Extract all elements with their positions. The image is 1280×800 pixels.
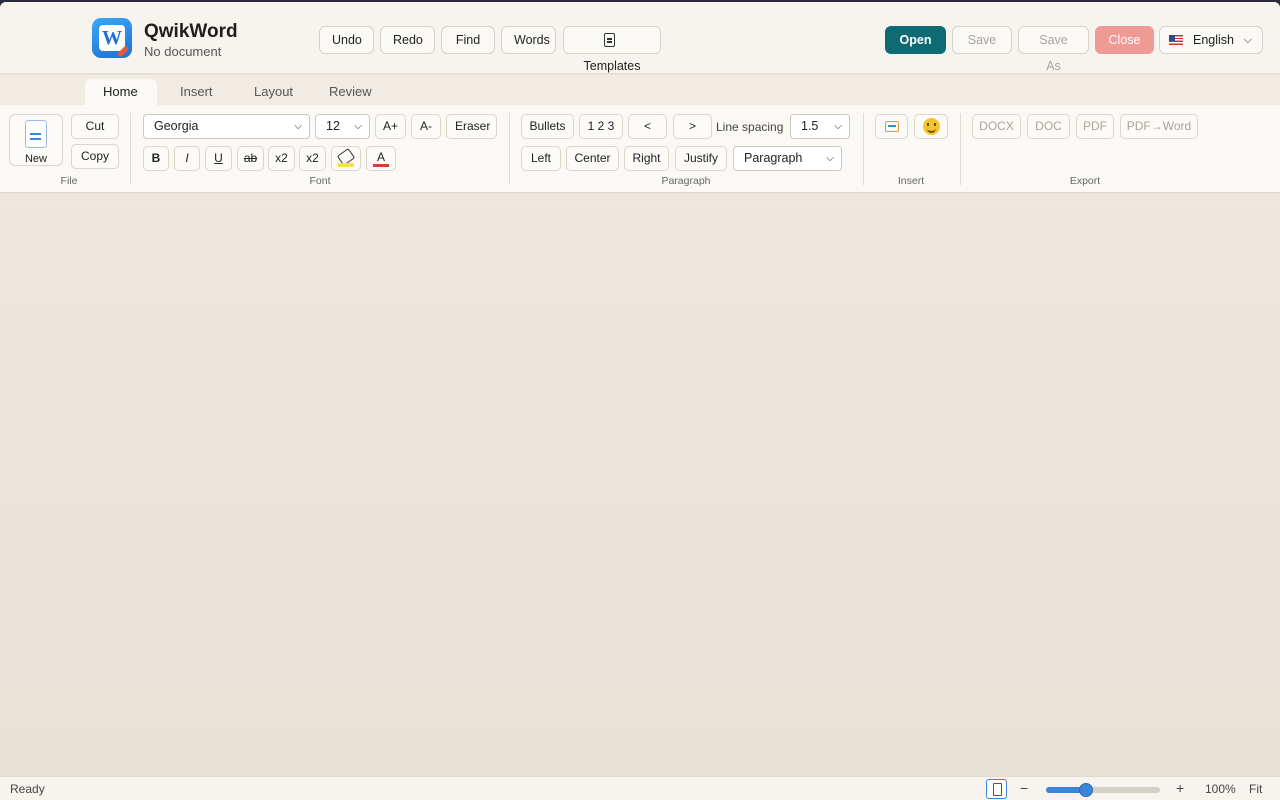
line-spacing-label: Line spacing [716,120,784,134]
zoom-out-button[interactable]: − [1020,780,1028,796]
font-family-select[interactable]: Georgia ⌵ [143,114,310,139]
status-text: Ready [10,782,45,796]
strikethrough-button[interactable]: ab [237,146,264,171]
subscript-button[interactable]: x2 [299,146,326,171]
emoji-icon [922,118,940,135]
line-spacing-select[interactable]: 1.5 ⌵ [790,114,850,139]
words-button[interactable]: Words [501,26,556,54]
document-canvas[interactable] [0,194,1280,776]
paragraph-style-select[interactable]: Paragraph ⌵ [733,146,842,171]
tab-insert[interactable]: Insert [162,79,231,105]
export-pdf-button[interactable]: PDF [1076,114,1114,139]
highlight-button[interactable] [331,146,361,171]
insert-group-label: Insert [897,175,925,187]
ribbon: New Cut Copy File Georgia ⌵ 12 ⌵ A+ A- E… [0,105,1280,193]
tab-review[interactable]: Review [311,79,390,105]
font-color-icon: A [376,150,385,164]
italic-button[interactable]: I [174,146,200,171]
align-center-button[interactable]: Center [566,146,619,171]
paragraph-group-label: Paragraph [661,175,711,187]
pdf-to-word-button[interactable]: PDF→Word [1120,114,1198,139]
shrink-font-button[interactable]: A- [411,114,441,139]
eraser-button[interactable]: Eraser [446,114,497,139]
export-docx-button[interactable]: DOCX [972,114,1021,139]
open-button[interactable]: Open [885,26,946,54]
justify-button[interactable]: Justify [675,146,727,171]
insert-emoji-button[interactable] [914,114,948,139]
app-name: QwikWord [144,21,238,42]
us-flag-icon [1169,35,1183,45]
align-left-button[interactable]: Left [521,146,561,171]
new-document-icon [25,120,47,148]
indent-button[interactable]: > [673,114,712,139]
ribbon-divider [960,113,961,185]
app-window: W QwikWord No document Undo Redo Find Wo… [0,2,1280,800]
ribbon-divider [863,113,864,185]
font-color-button[interactable]: A [366,146,396,171]
zoom-in-button[interactable]: + [1176,780,1184,796]
zoom-level: 100% [1205,782,1236,796]
zoom-slider[interactable] [1046,783,1160,797]
chevron-down-icon: ⌵ [834,121,842,132]
tab-layout[interactable]: Layout [236,79,311,105]
save-as-button[interactable]: Save As [1018,26,1089,73]
cut-button[interactable]: Cut [71,114,119,139]
ribbon-tabs: Home Insert Layout Review [0,75,1280,105]
find-button[interactable]: Find [441,26,495,54]
redo-button[interactable]: Redo [380,26,435,54]
app-logo-icon: W [92,18,132,58]
templates-button[interactable]: Templates [563,26,661,73]
new-document-button[interactable]: New [9,114,63,166]
status-bar: Ready − + 100% Fit [0,776,1280,800]
page-view-button[interactable] [986,779,1007,799]
font-group-label: Font [309,175,331,187]
numbering-button[interactable]: 1 2 3 [579,114,623,139]
export-doc-button[interactable]: DOC [1027,114,1070,139]
chevron-down-icon: ⌵ [1243,34,1252,46]
chevron-down-icon: ⌵ [294,121,302,132]
tab-home[interactable]: Home [85,79,157,105]
superscript-button[interactable]: x2 [268,146,295,171]
bold-button[interactable]: B [143,146,169,171]
title-bar: W QwikWord No document Undo Redo Find Wo… [0,2,1280,74]
file-group-label: File [60,175,78,187]
insert-text-box-button[interactable] [875,114,908,139]
zoom-slider-thumb[interactable] [1078,783,1093,797]
underline-button[interactable]: U [205,146,232,171]
font-size-select[interactable]: 12 ⌵ [315,114,370,139]
text-box-icon [884,121,899,132]
undo-button[interactable]: Undo [319,26,374,54]
save-button[interactable]: Save [952,26,1012,54]
grow-font-button[interactable]: A+ [375,114,406,139]
document-name: No document [144,44,222,59]
chevron-down-icon: ⌵ [826,153,834,164]
ribbon-divider [509,113,510,185]
fit-button[interactable]: Fit [1249,782,1262,796]
bullets-button[interactable]: Bullets [521,114,574,139]
ribbon-divider [130,113,131,185]
templates-icon [603,33,615,47]
chevron-down-icon: ⌵ [354,121,362,132]
close-button[interactable]: Close [1095,26,1154,54]
outdent-button[interactable]: < [628,114,667,139]
copy-button[interactable]: Copy [71,144,119,169]
language-select[interactable]: English ⌵ [1159,26,1263,54]
export-group-label: Export [1069,175,1101,187]
align-right-button[interactable]: Right [624,146,669,171]
